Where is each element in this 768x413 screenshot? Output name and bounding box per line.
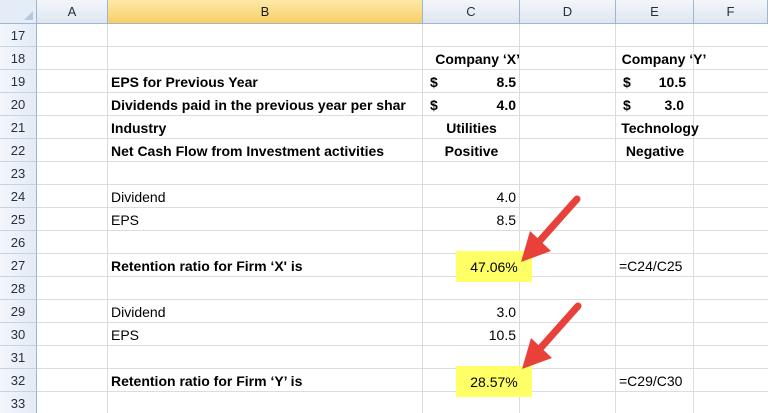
cell-b30-label[interactable]: EPS	[111, 323, 423, 346]
cell-c27-retention-x[interactable]: 47.06%	[456, 251, 532, 282]
cell-b20-label[interactable]: Dividends paid in the previous year per …	[111, 93, 423, 116]
cell-b25-label[interactable]: EPS	[111, 208, 423, 231]
row-header[interactable]: 17	[0, 24, 37, 47]
row-header[interactable]: 30	[0, 323, 37, 346]
cell-b27-label[interactable]: Retention ratio for Firm ‘X' is	[111, 254, 423, 277]
cell-c25-value[interactable]: 8.5	[423, 208, 519, 231]
cell-e22-value[interactable]: Negative	[616, 139, 694, 162]
column-header-d[interactable]: D	[520, 0, 616, 24]
column-header-e[interactable]: E	[616, 0, 694, 24]
cell-e19-dollar[interactable]: $	[623, 70, 637, 93]
cell-c30-value[interactable]: 10.5	[423, 323, 519, 346]
cell-c21-value[interactable]: Utilities	[423, 116, 520, 139]
row-header[interactable]: 27	[0, 254, 37, 277]
cell-c19-dollar[interactable]: $	[430, 70, 444, 93]
spreadsheet: A B C D E F 17 18 19 20 21 22 23 24 25 2…	[0, 0, 768, 413]
row-header[interactable]: 33	[0, 392, 37, 413]
column-header-b[interactable]: B	[108, 0, 423, 24]
row-header[interactable]: 19	[0, 70, 37, 93]
cell-c20-dollar[interactable]: $	[430, 93, 444, 116]
row-header[interactable]: 22	[0, 139, 37, 162]
select-all-icon	[24, 11, 33, 20]
cell-e19-value[interactable]: 10.5	[640, 70, 686, 93]
cell-e27-formula[interactable]: =C24/C25	[619, 254, 709, 277]
cell-c18-company-x[interactable]: Company ‘X’	[423, 47, 523, 70]
row-header[interactable]: 32	[0, 369, 37, 392]
cell-b29-label[interactable]: Dividend	[111, 300, 423, 323]
cell-c24-value[interactable]: 4.0	[423, 185, 519, 208]
cell-e32-formula[interactable]: =C29/C30	[619, 369, 709, 392]
column-header-c[interactable]: C	[423, 0, 520, 24]
cell-c20-value[interactable]: 4.0	[450, 93, 516, 116]
cell-b21-label[interactable]: Industry	[111, 116, 423, 139]
select-all-corner[interactable]	[0, 0, 37, 24]
row-header[interactable]: 25	[0, 208, 37, 231]
row-header[interactable]: 23	[0, 162, 37, 185]
cell-b24-label[interactable]: Dividend	[111, 185, 423, 208]
row-header[interactable]: 18	[0, 47, 37, 70]
row-header[interactable]: 26	[0, 231, 37, 254]
cell-c32-retention-y[interactable]: 28.57%	[456, 366, 532, 397]
cell-c22-value[interactable]: Positive	[423, 139, 520, 162]
row-header[interactable]: 29	[0, 300, 37, 323]
cell-e18-company-y[interactable]: Company ‘Y’	[616, 47, 712, 70]
row-header[interactable]: 28	[0, 277, 37, 300]
row-header[interactable]: 20	[0, 93, 37, 116]
row-header[interactable]: 24	[0, 185, 37, 208]
column-header-f[interactable]: F	[694, 0, 768, 24]
cell-e20-value[interactable]: 3.0	[640, 93, 684, 116]
row-header[interactable]: 21	[0, 116, 37, 139]
column-header-a[interactable]: A	[37, 0, 108, 24]
cell-e21-value[interactable]: Technology	[616, 116, 704, 139]
cell-c19-value[interactable]: 8.5	[450, 70, 516, 93]
cell-c29-value[interactable]: 3.0	[423, 300, 519, 323]
cell-e20-dollar[interactable]: $	[623, 93, 637, 116]
cell-b32-label[interactable]: Retention ratio for Firm ‘Y’ is	[111, 369, 423, 392]
row-header[interactable]: 31	[0, 346, 37, 369]
cell-b22-label[interactable]: Net Cash Flow from Investment activities	[111, 139, 423, 162]
cell-b19-label[interactable]: EPS for Previous Year	[111, 70, 423, 93]
